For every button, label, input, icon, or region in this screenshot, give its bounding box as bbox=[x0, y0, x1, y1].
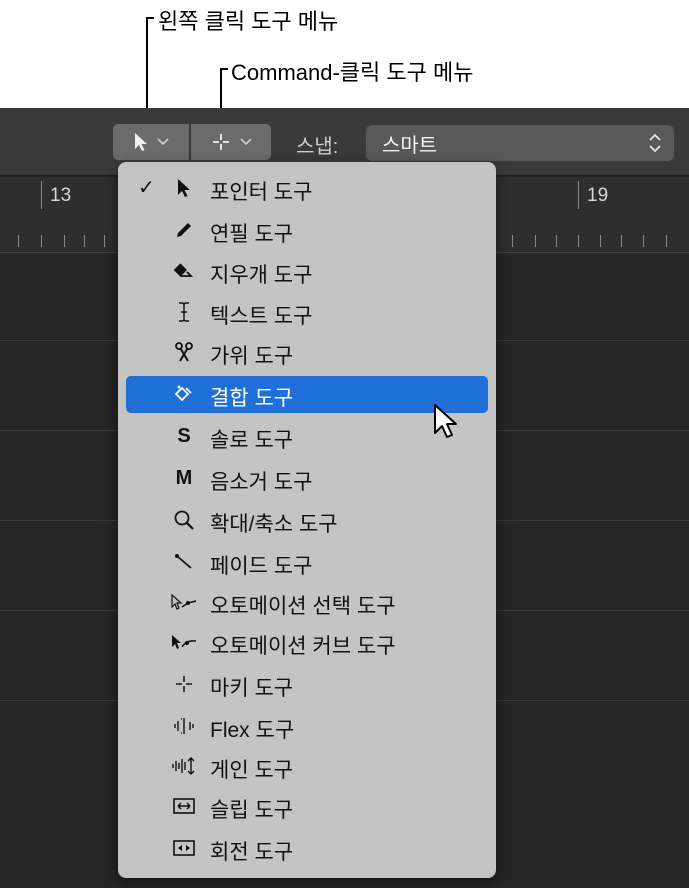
menu-item-label: 페이드 도구 bbox=[210, 555, 313, 578]
chevron-down-icon bbox=[157, 138, 169, 146]
menu-item-mute-tool[interactable]: M 음소거 도구 bbox=[126, 460, 488, 497]
menu-item-label: 슬립 도구 bbox=[210, 799, 294, 822]
left-callout-leader-tip bbox=[146, 17, 154, 19]
marquee-crosshair-icon bbox=[170, 670, 198, 698]
menu-item-eraser-tool[interactable]: 지우개 도구 bbox=[126, 253, 488, 290]
menu-item-gain-tool[interactable]: 게인 도구 bbox=[126, 748, 488, 785]
pointer-icon bbox=[170, 174, 198, 202]
ruler-tick bbox=[18, 235, 19, 247]
pointer-icon bbox=[135, 133, 147, 151]
menu-item-automation-select-tool[interactable]: 오토메이션 선택 도구 bbox=[126, 584, 488, 621]
menu-item-label: 텍스트 도구 bbox=[210, 305, 313, 328]
menu-item-label: 결합 도구 bbox=[210, 387, 294, 410]
chevron-down-icon bbox=[240, 138, 252, 146]
rotate-icon bbox=[170, 834, 198, 862]
mouse-cursor-icon bbox=[434, 404, 457, 438]
ruler-tick bbox=[621, 235, 622, 247]
ruler-tick bbox=[600, 235, 601, 247]
mute-icon: M bbox=[175, 466, 193, 489]
menu-item-flex-tool[interactable]: Flex 도구 bbox=[126, 708, 488, 745]
menu-item-marquee-tool[interactable]: 마키 도구 bbox=[126, 666, 488, 703]
eraser-icon bbox=[170, 257, 198, 285]
menu-item-rotate-tool[interactable]: 회전 도구 bbox=[126, 830, 488, 867]
bar-marker-19 bbox=[578, 181, 579, 209]
pencil-icon bbox=[170, 216, 198, 244]
menu-item-label: 오토메이션 커브 도구 bbox=[210, 635, 396, 658]
menu-item-scissors-tool[interactable]: 가위 도구 bbox=[126, 334, 488, 371]
ruler-tick bbox=[578, 235, 579, 247]
menu-item-label: 연필 도구 bbox=[210, 223, 294, 246]
text-cursor-icon bbox=[170, 298, 198, 326]
menu-item-label: 가위 도구 bbox=[210, 345, 294, 368]
up-down-chevron-icon bbox=[649, 133, 661, 153]
automation-curve-icon bbox=[170, 628, 198, 656]
ruler-tick bbox=[104, 235, 105, 247]
menu-item-label: 솔로 도구 bbox=[210, 429, 294, 452]
menu-item-slip-tool[interactable]: 슬립 도구 bbox=[126, 788, 488, 825]
snap-label: 스냅: bbox=[296, 136, 339, 158]
ruler-tick bbox=[666, 235, 667, 247]
command-click-tool-button[interactable] bbox=[191, 124, 271, 160]
automation-select-icon bbox=[170, 588, 198, 616]
menu-item-label: 마키 도구 bbox=[210, 677, 294, 700]
menu-item-zoom-tool[interactable]: 확대/축소 도구 bbox=[126, 502, 488, 539]
ruler-tick bbox=[512, 235, 513, 247]
tool-menu: ✓ 포인터 도구 연필 도구 지우개 도구 텍스트 도구 가위 도구 결합 도구… bbox=[118, 162, 496, 878]
bar-number-19: 19 bbox=[587, 185, 609, 206]
ruler-tick bbox=[535, 235, 536, 247]
menu-item-automation-curve-tool[interactable]: 오토메이션 커브 도구 bbox=[126, 624, 488, 661]
menu-item-label: 지우개 도구 bbox=[210, 264, 313, 287]
marquee-crosshair-icon bbox=[213, 134, 229, 150]
flex-icon bbox=[170, 712, 198, 740]
fade-icon bbox=[170, 548, 198, 576]
zoom-icon bbox=[170, 506, 198, 534]
menu-item-label: 포인터 도구 bbox=[210, 181, 313, 204]
menu-item-label: 음소거 도구 bbox=[210, 471, 313, 494]
ruler-tick bbox=[64, 235, 65, 247]
menu-item-label: 확대/축소 도구 bbox=[210, 513, 338, 536]
menu-item-label: 오토메이션 선택 도구 bbox=[210, 595, 396, 618]
checkmark-icon: ✓ bbox=[138, 177, 155, 199]
glue-icon bbox=[170, 380, 198, 408]
snap-value: 스마트 bbox=[382, 134, 438, 157]
menu-item-fade-tool[interactable]: 페이드 도구 bbox=[126, 544, 488, 581]
menu-item-text-tool[interactable]: 텍스트 도구 bbox=[126, 294, 488, 331]
ruler-tick bbox=[643, 235, 644, 247]
right-callout-leader-tip bbox=[220, 68, 228, 70]
snap-select[interactable]: 스마트 bbox=[366, 125, 674, 161]
bar-marker-13 bbox=[41, 181, 42, 209]
menu-item-pencil-tool[interactable]: 연필 도구 bbox=[126, 212, 488, 249]
solo-icon: S bbox=[177, 424, 191, 447]
menu-item-label: Flex 도구 bbox=[210, 719, 295, 742]
ruler-tick bbox=[556, 235, 557, 247]
gain-icon bbox=[170, 752, 198, 780]
left-click-tool-menu-callout: 왼쪽 클릭 도구 메뉴 bbox=[158, 9, 339, 34]
ruler-tick bbox=[41, 235, 42, 247]
scissors-icon bbox=[170, 338, 198, 366]
menu-item-label: 게인 도구 bbox=[210, 759, 294, 782]
bar-number-13: 13 bbox=[50, 185, 72, 206]
slip-icon bbox=[170, 792, 198, 820]
menu-item-label: 회전 도구 bbox=[210, 841, 294, 864]
ruler-tick bbox=[84, 235, 85, 247]
command-click-tool-menu-callout: Command-클릭 도구 메뉴 bbox=[231, 60, 474, 85]
left-click-tool-button[interactable] bbox=[113, 124, 189, 160]
menu-item-pointer-tool[interactable]: ✓ 포인터 도구 bbox=[126, 170, 488, 207]
